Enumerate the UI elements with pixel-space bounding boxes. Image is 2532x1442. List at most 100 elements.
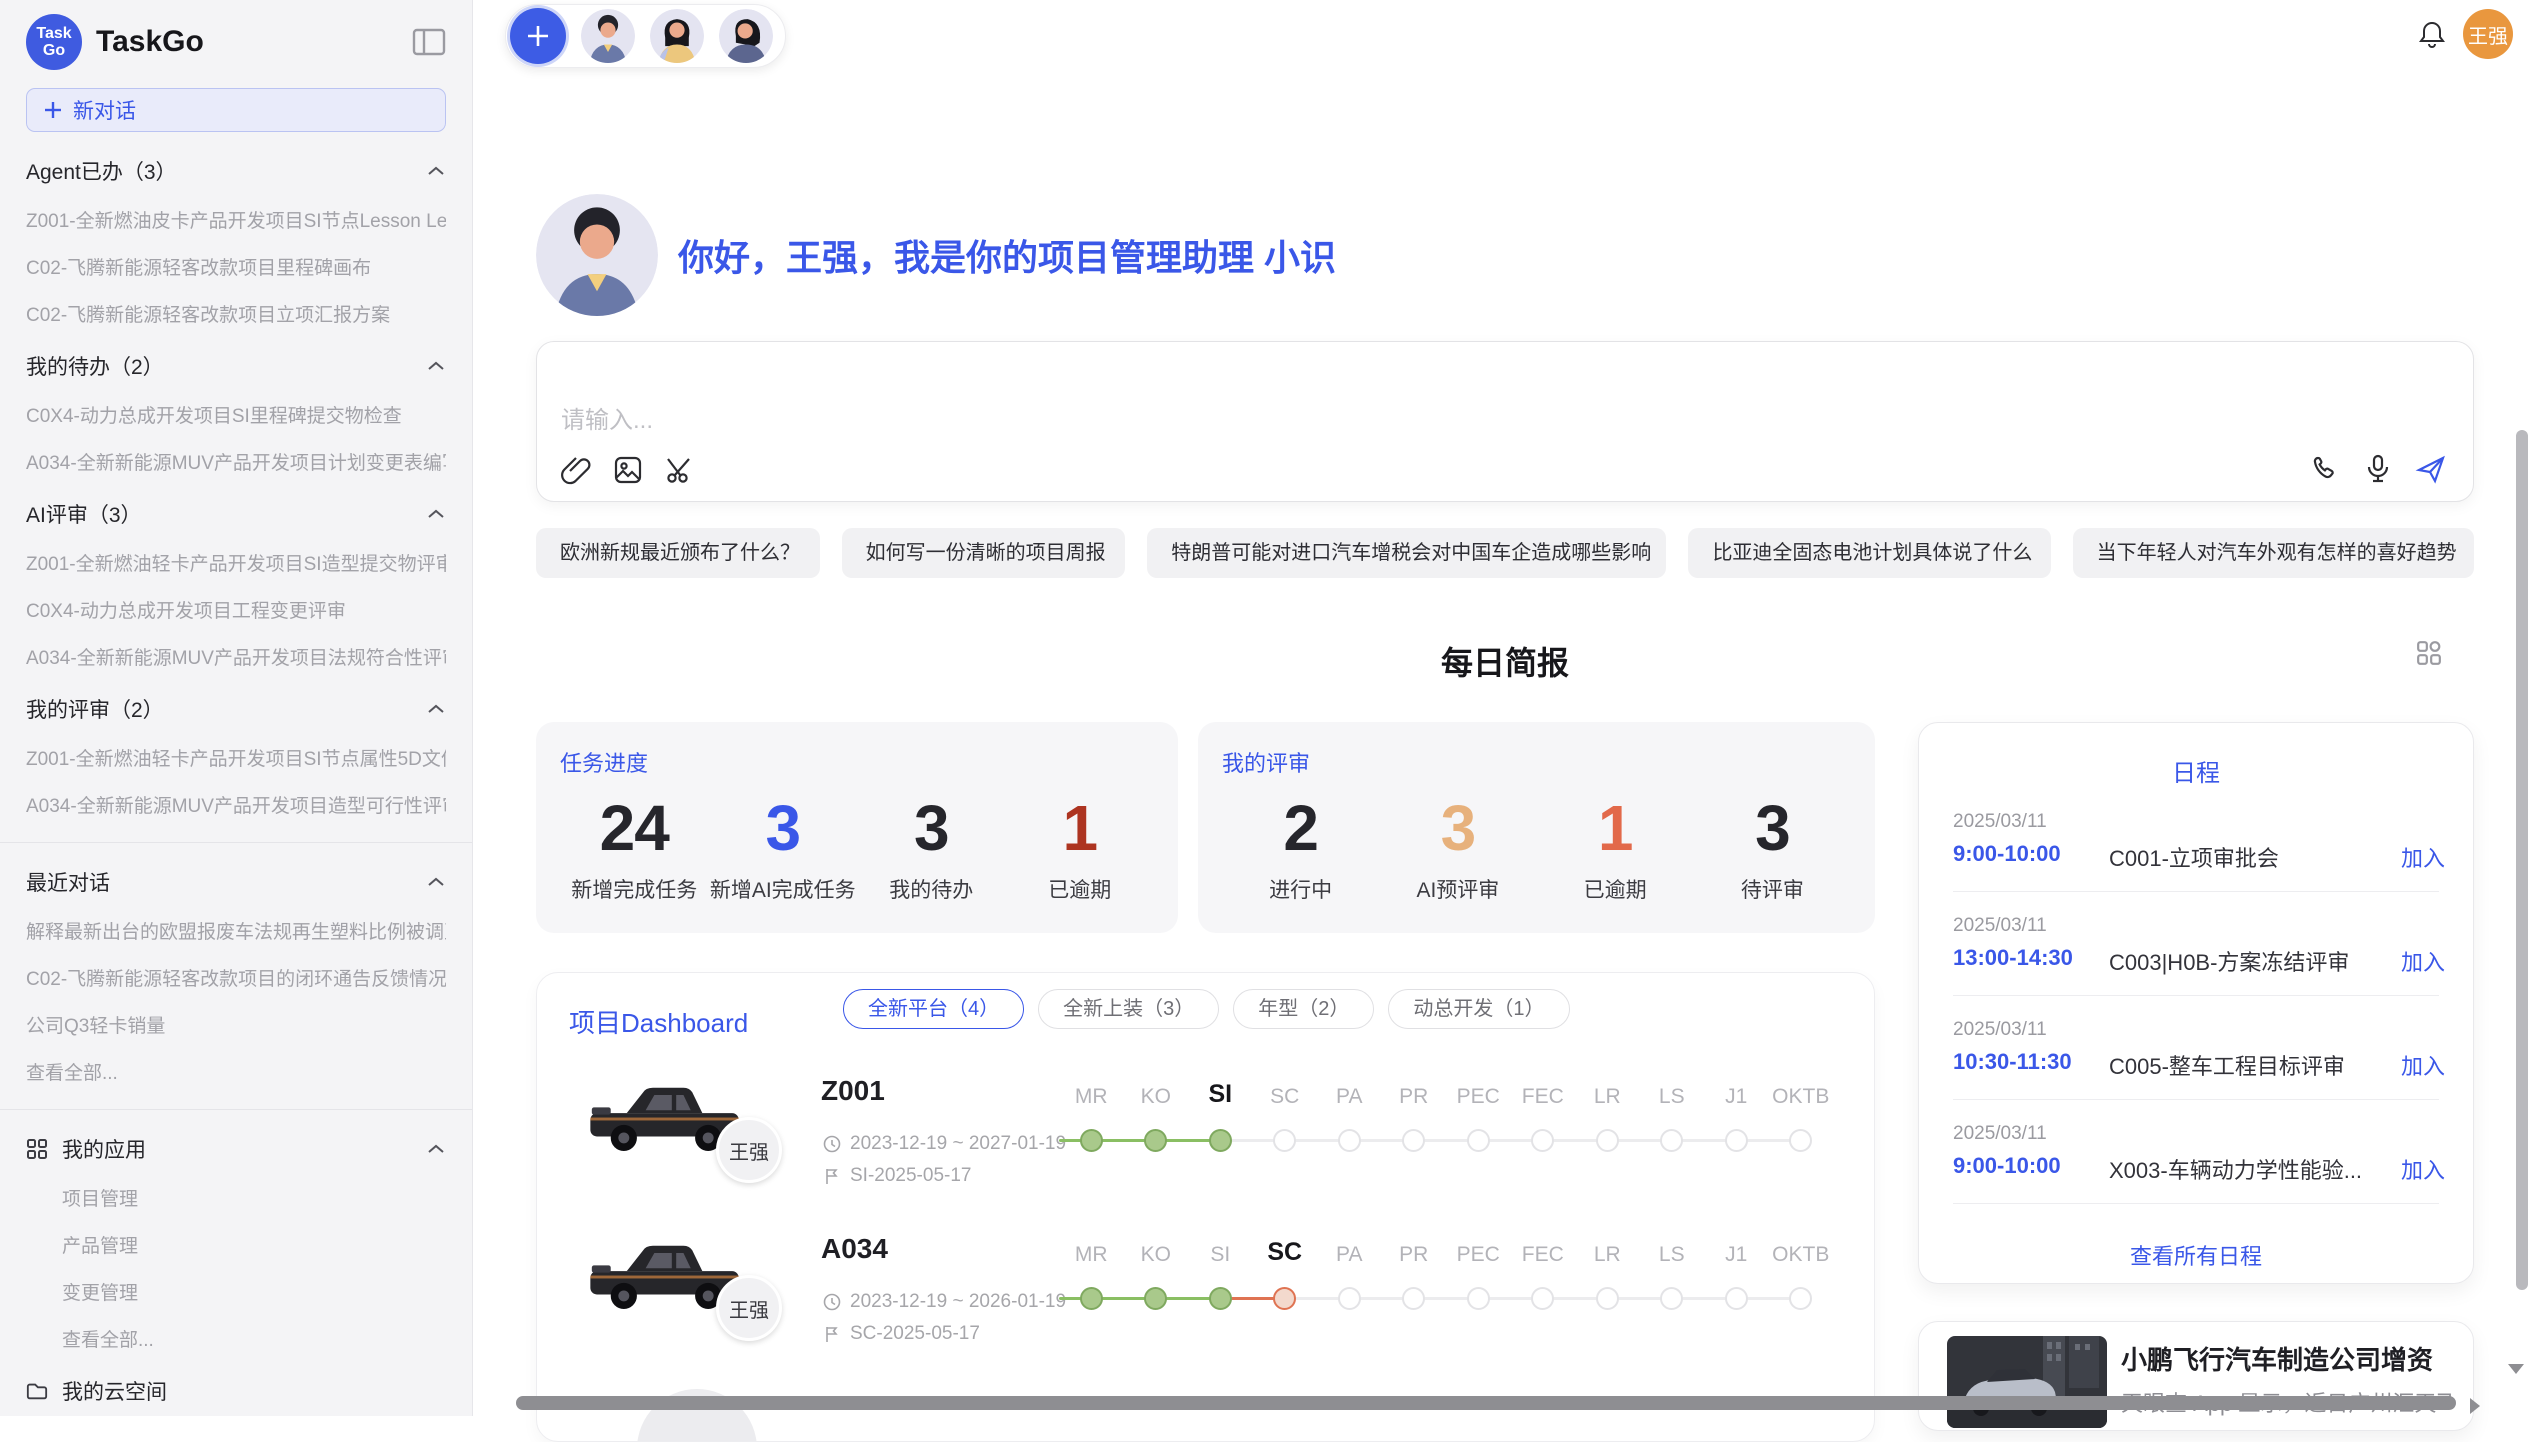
suggestion-chip[interactable]: 特朗普可能对进口汽车增税会对中国车企造成哪些影响 [1147,528,1666,578]
flag-icon [823,1167,841,1185]
join-link[interactable]: 加入 [2401,1153,2445,1185]
milestone-label: PR [1382,1085,1447,1109]
suggestion-chip[interactable]: 当下年轻人对汽车外观有怎样的喜好趋势 [2073,528,2474,578]
milestone-label-current: SI [1188,1080,1253,1109]
sidebar-item-my-apps[interactable]: 我的应用 [26,1134,446,1164]
milestone-label: PEC [1446,1085,1511,1109]
list-item[interactable]: C02-飞腾新能源轻客改款项目的闭环通告反馈情况 [26,964,446,991]
milestone-label: FEC [1511,1243,1576,1267]
section-recent-chats[interactable]: 最近对话 [26,867,446,897]
chevron-up-icon[interactable] [426,703,446,715]
project-row[interactable]: 王强 A034 2023-12-19 ~ 2026-01-19 SC-2025-… [537,1219,1874,1369]
greeting-title: 你好，王强，我是你的项目管理助理 小识 [678,194,1336,316]
list-item[interactable]: 公司Q3轻卡销量 [26,1011,446,1038]
view-all-schedule-link[interactable]: 查看所有日程 [1919,1239,2473,1271]
sidebar-item-project-mgmt[interactable]: 项目管理 [62,1184,446,1211]
chat-input-box[interactable]: 请输入... [536,341,2474,502]
sidebar-item-product-mgmt[interactable]: 产品管理 [62,1231,446,1258]
event-date: 2025/03/11 [1953,915,2047,937]
chevron-up-icon[interactable] [426,165,446,177]
agent-avatar[interactable] [581,9,635,63]
event-date: 2025/03/11 [1953,1019,2047,1041]
milestone-label: PR [1382,1243,1447,1267]
milestone-dot-done [1144,1129,1167,1152]
section-my-todo[interactable]: 我的待办（2） [26,351,446,381]
attachment-icon[interactable] [561,455,591,485]
chevron-up-icon[interactable] [426,1143,446,1155]
milestone-label: LR [1575,1243,1640,1267]
project-flag-date: SC-2025-05-17 [823,1323,980,1345]
stat-label: 待评审 [1694,874,1851,904]
stat-label: 新增AI完成任务 [709,874,858,904]
horizontal-scrollbar-thumb[interactable] [516,1396,2456,1410]
view-all-apps-link[interactable]: 查看全部... [62,1325,446,1352]
list-item[interactable]: C0X4-动力总成开发项目工程变更评审 [26,596,446,623]
news-card[interactable]: 小鹏飞行汽车制造公司增资 天眼查 App 显示，近日广州汇天飞行汽... [1918,1321,2474,1431]
user-avatar[interactable]: 王强 [2463,9,2513,59]
sidebar-collapse-icon[interactable] [412,27,446,57]
scroll-down-arrow[interactable] [2506,1362,2526,1376]
project-flag-date: SI-2025-05-17 [823,1165,971,1187]
list-item[interactable]: Z001-全新燃油皮卡产品开发项目SI节点Lesson Learn报告 [26,206,446,233]
milestone-dot [1338,1287,1361,1310]
send-icon[interactable] [2415,453,2447,485]
chevron-up-icon[interactable] [426,360,446,372]
list-item[interactable]: C02-飞腾新能源轻客改款项目立项汇报方案 [26,300,446,327]
join-link[interactable]: 加入 [2401,1049,2445,1081]
stat-value: 1 [1537,784,1694,872]
suggestion-chip[interactable]: 欧洲新规最近颁布了什么？ [536,528,820,578]
task-progress-card: 任务进度 24 新增完成任务 3 新增AI完成任务 3 我的待办 1 已逾期 [536,722,1178,933]
milestone-dot [1660,1287,1683,1310]
milestone-label: PA [1317,1085,1382,1109]
milestone-dot [1467,1129,1490,1152]
agent-avatar[interactable] [719,9,773,63]
view-all-chats-link[interactable]: 查看全部... [26,1058,446,1085]
list-item[interactable]: A034-全新新能源MUV产品开发项目法规符合性评审 [26,643,446,670]
stat-ai-done: 3 新增AI完成任务 [709,784,858,904]
project-dates: 2023-12-19 ~ 2027-01-19 [823,1133,1066,1155]
chevron-up-icon[interactable] [426,508,446,520]
section-my-review[interactable]: 我的评审（2） [26,694,446,724]
list-item[interactable]: Z001-全新燃油轻卡产品开发项目SI造型提交物评审 [26,549,446,576]
scissors-icon[interactable] [665,455,695,485]
agent-avatar[interactable] [650,9,704,63]
section-ai-review[interactable]: AI评审（3） [26,499,446,529]
tab-model-year[interactable]: 年型（2） [1233,989,1374,1029]
tab-new-platform[interactable]: 全新平台（4） [843,989,1024,1029]
suggestion-chip[interactable]: 比亚迪全固态电池计划具体说了什么 [1688,528,2050,578]
event-name: C005-整车工程目标评审 [2109,1049,2345,1081]
chevron-up-icon[interactable] [426,876,446,888]
milestone-dot [1531,1287,1554,1310]
image-icon[interactable] [613,455,643,485]
list-item[interactable]: C0X4-动力总成开发项目SI里程碑提交物检查 [26,401,446,428]
date-range: 2023-12-19 ~ 2026-01-19 [850,1291,1066,1313]
section-agent-done[interactable]: Agent已办（3） [26,156,446,186]
event-time: 9:00-10:00 [1953,841,2061,867]
vertical-scrollbar-thumb[interactable] [2516,430,2528,1290]
tab-powertrain[interactable]: 动总开发（1） [1388,989,1569,1029]
add-agent-button[interactable] [510,8,566,64]
list-item[interactable]: Z001-全新燃油轻卡产品开发项目SI节点属性5D文件评审 [26,744,446,771]
microphone-icon[interactable] [2363,454,2393,484]
phone-icon[interactable] [2311,454,2341,484]
owner-name: 王强 [729,1294,769,1323]
sidebar-item-change-mgmt[interactable]: 变更管理 [62,1278,446,1305]
milestone-date: SC-2025-05-17 [850,1323,980,1345]
notification-bell-icon[interactable] [2417,19,2447,51]
project-row[interactable]: 王强 Z001 2023-12-19 ~ 2027-01-19 SI-2025-… [537,1061,1874,1211]
list-item[interactable]: 解释最新出台的欧盟报废车法规再生塑料比例被调至15%... [26,917,446,944]
sidebar-item-cloud-space[interactable]: 我的云空间 [26,1376,446,1406]
owner-name: 王强 [729,1136,769,1165]
list-item[interactable]: C02-飞腾新能源轻客改款项目里程碑画布 [26,253,446,280]
plus-icon [43,100,63,120]
layout-grid-icon[interactable] [2416,640,2442,666]
tab-new-body[interactable]: 全新上装（3） [1038,989,1219,1029]
list-item[interactable]: A034-全新新能源MUV产品开发项目造型可行性评审 [26,791,446,818]
stat-ai-prereview: 3 AI预评审 [1379,784,1536,904]
join-link[interactable]: 加入 [2401,945,2445,977]
scroll-right-arrow[interactable] [2468,1396,2482,1416]
join-link[interactable]: 加入 [2401,841,2445,873]
suggestion-chip[interactable]: 如何写一份清晰的项目周报 [842,528,1126,578]
list-item[interactable]: A034-全新新能源MUV产品开发项目计划变更表编写 [26,448,446,475]
new-chat-button[interactable]: 新对话 [26,88,446,132]
